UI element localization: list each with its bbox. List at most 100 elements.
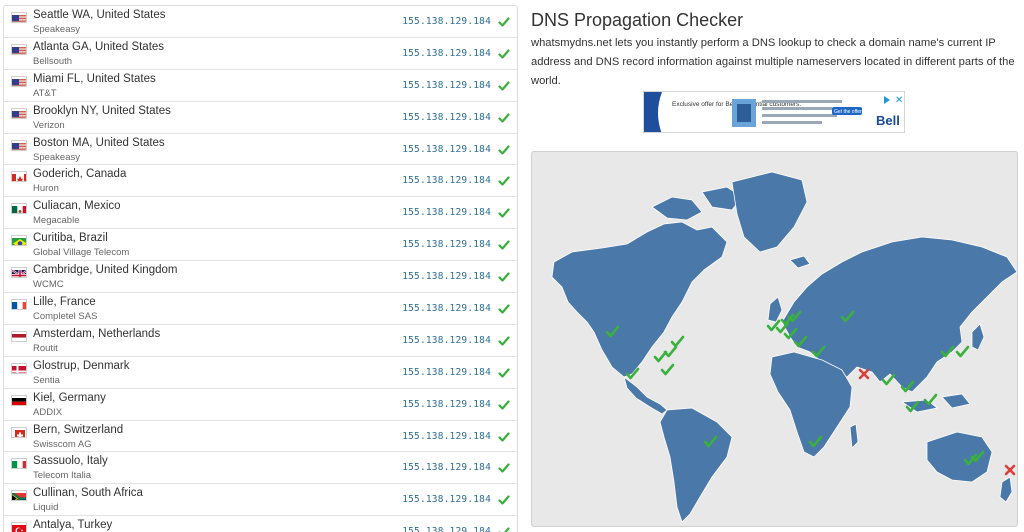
mx-flag-icon [11,203,27,215]
tr-flag-icon [11,522,27,532]
resolved-ip[interactable]: 155.138.129.184 [402,80,491,91]
us-flag-icon [11,43,27,55]
ad-close-icon: ✕ [895,95,903,106]
server-location: Miami FL, United States [33,72,156,85]
server-location: Sassuolo, Italy [33,455,108,468]
server-row[interactable]: Cullinan, South Africa Liquid 155.138.12… [4,484,517,517]
server-row[interactable]: Culiacan, Mexico Megacable 155.138.129.1… [4,197,517,230]
server-location: Atlanta GA, United States [33,40,165,53]
server-row[interactable]: Goderich, Canada Huron 155.138.129.184 [4,165,517,198]
dk-flag-icon [11,362,27,374]
resolved-ip[interactable]: 155.138.129.184 [402,494,491,505]
resolved-ip[interactable]: 155.138.129.184 [402,399,491,410]
ad-cta: Get the offer [834,109,862,115]
resolved-ip[interactable]: 155.138.129.184 [402,207,491,218]
check-icon [498,525,510,532]
check-icon [498,430,510,442]
check-icon [498,143,510,155]
check-icon [498,461,510,474]
map-fail-marker[interactable] [1004,464,1016,476]
de-flag-icon [11,394,27,406]
server-row[interactable]: Amsterdam, Netherlands Routit 155.138.12… [4,325,517,357]
resolved-ip[interactable]: 155.138.129.184 [402,303,491,314]
ad-banner[interactable]: Exclusive offer for Bell residential cus… [643,91,905,133]
server-row[interactable]: Lille, France Completel SAS 155.138.129.… [4,293,517,325]
check-icon [498,398,510,410]
map-check-marker[interactable] [653,350,668,363]
server-row[interactable]: Antalya, Turkey 155.138.129.184 [4,516,517,532]
server-isp: Megacable [33,215,80,227]
server-isp: Speakeasy [33,151,81,163]
server-location: Goderich, Canada [33,168,127,181]
server-row[interactable]: Curitiba, Brazil Global Village Telecom … [4,229,517,262]
server-location: Cambridge, United Kingdom [33,264,178,277]
check-icon [498,79,510,91]
server-isp: Global Village Telecom [33,247,130,259]
check-icon [498,302,510,314]
server-row[interactable]: Seattle WA, United States Speakeasy 155.… [4,6,517,38]
server-row[interactable]: Brooklyn NY, United States Verizon 155.1… [4,102,517,134]
check-icon [498,334,510,346]
map-check-marker[interactable] [923,393,938,406]
resolved-ip[interactable]: 155.138.129.184 [402,175,491,186]
page-description: whatsmydns.net lets you instantly perfor… [531,37,1015,87]
resolved-ip[interactable]: 155.138.129.184 [402,239,491,250]
us-flag-icon [11,12,27,23]
server-row[interactable]: Sassuolo, Italy Telecom Italia 155.138.1… [4,452,517,485]
za-flag-icon [11,490,27,502]
server-row[interactable]: Glostrup, Denmark Sentia 155.138.129.184 [4,357,517,389]
server-row[interactable]: Miami FL, United States AT&T 155.138.129… [4,70,517,102]
server-row[interactable]: Kiel, Germany ADDIX 155.138.129.184 [4,389,517,421]
check-icon [498,366,510,378]
server-isp: Swisscom AG [33,438,92,450]
us-flag-icon [11,139,27,151]
server-row[interactable]: Boston MA, United States Speakeasy 155.1… [4,134,517,166]
page-title: DNS Propagation Checker [531,10,744,30]
server-isp: Routit [33,342,58,354]
server-row[interactable]: Cambridge, United Kingdom WCMC 155.138.1… [4,261,517,294]
resolved-ip[interactable]: 155.138.129.184 [402,144,491,155]
resolved-ip[interactable]: 155.138.129.184 [402,16,491,27]
map-check-marker[interactable] [670,335,685,348]
server-row[interactable]: Bern, Switzerland Swisscom AG 155.138.12… [4,421,517,453]
map-check-marker[interactable] [955,345,970,358]
map-fail-marker[interactable] [858,368,870,380]
map-land [551,171,1017,523]
server-location: Antalya, Turkey [33,519,113,532]
fr-flag-icon [11,299,27,311]
gb-flag-icon [11,267,27,279]
world-map [551,171,1017,523]
server-row[interactable]: Atlanta GA, United States Bellsouth 155.… [4,38,517,70]
server-isp: Verizon [33,119,65,131]
resolved-ip[interactable]: 155.138.129.184 [402,271,491,282]
server-location: Boston MA, United States [33,136,165,149]
server-isp: Speakeasy [33,24,81,35]
server-isp: WCMC [33,279,64,291]
ad-graphic: Exclusive offer for Bell residential cus… [644,92,903,132]
check-icon [498,111,510,123]
ch-flag-icon [11,426,27,438]
resolved-ip[interactable]: 155.138.129.184 [402,431,491,442]
server-isp: Bellsouth [33,55,73,67]
server-location: Bern, Switzerland [33,423,124,436]
check-icon [498,493,510,505]
server-isp: Sentia [33,374,60,386]
server-isp: Completel SAS [33,311,98,323]
server-isp: ADDIX [33,406,63,418]
resolved-ip[interactable]: 155.138.129.184 [402,526,491,532]
check-icon [498,270,510,282]
server-location: Amsterdam, Netherlands [33,327,161,340]
resolved-ip[interactable]: 155.138.129.184 [402,48,491,59]
resolved-ip[interactable]: 155.138.129.184 [402,462,491,473]
resolved-ip[interactable]: 155.138.129.184 [402,335,491,346]
world-map-panel [531,151,1018,527]
server-isp: Liquid [33,502,59,514]
map-check-marker[interactable] [660,363,675,376]
check-icon [498,174,510,187]
br-flag-icon [11,235,27,247]
resolved-ip[interactable]: 155.138.129.184 [402,112,491,123]
ad-brand: Bell [876,113,900,128]
server-location: Brooklyn NY, United States [33,104,171,117]
resolved-ip[interactable]: 155.138.129.184 [402,367,491,378]
ca-flag-icon [11,171,27,183]
